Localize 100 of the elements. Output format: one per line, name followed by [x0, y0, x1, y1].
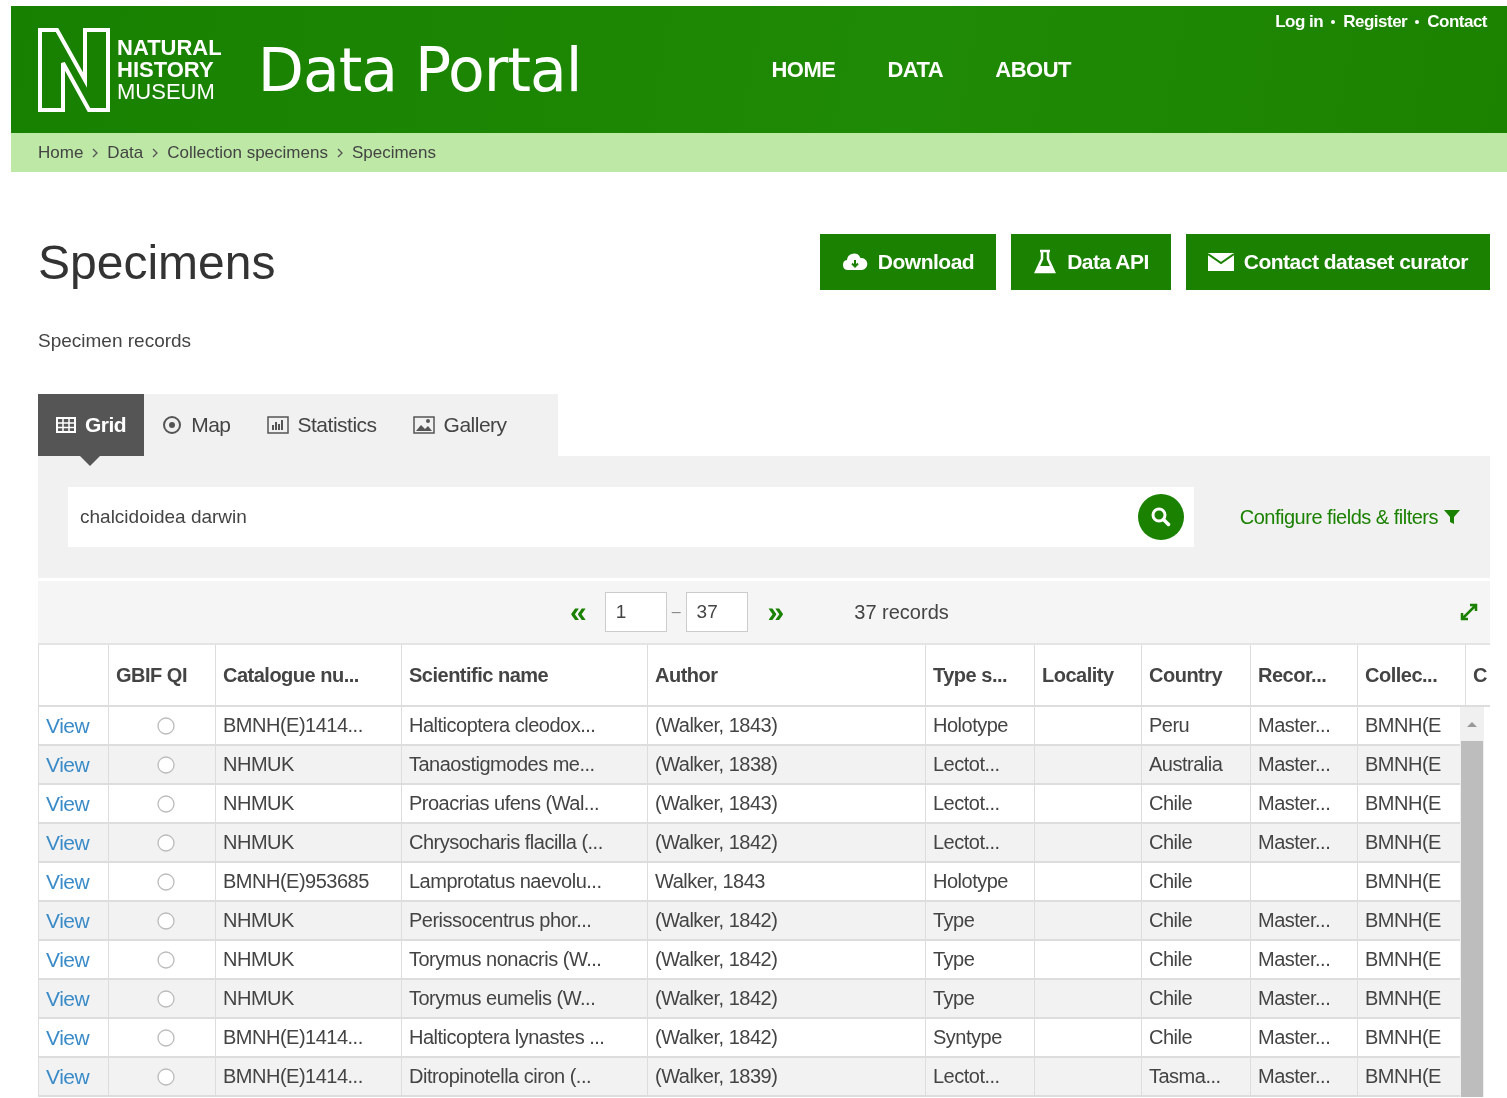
filter-icon: [1444, 509, 1460, 525]
table-cell: NHMUK: [215, 824, 401, 861]
breadcrumb-link[interactable]: Collection specimens: [167, 142, 328, 163]
circle-icon: [156, 989, 175, 1008]
table-cell: Master...: [1250, 785, 1357, 822]
table-cell: Chile: [1141, 1019, 1250, 1056]
view-link[interactable]: View: [46, 791, 90, 816]
table-cell: Syntype: [925, 1019, 1034, 1056]
first-page-link[interactable]: «: [570, 595, 587, 629]
column-header: Scientific name: [401, 645, 647, 705]
view-link[interactable]: View: [46, 947, 90, 972]
search-field[interactable]: chalcidoidea darwin: [68, 487, 1194, 547]
account-link[interactable]: Log in: [1275, 12, 1324, 32]
view-link[interactable]: View: [46, 1064, 90, 1089]
table-cell: Master...: [1250, 707, 1357, 744]
separator-dot: [1415, 20, 1420, 24]
logo-icon: [37, 26, 111, 113]
table-cell: Master...: [1250, 746, 1357, 783]
table-cell: NHMUK: [215, 941, 401, 978]
table-cell: NHMUK: [215, 902, 401, 939]
table-cell: Master...: [1250, 1019, 1357, 1056]
table-cell: Master...: [1250, 824, 1357, 861]
breadcrumb-link[interactable]: Specimens: [351, 142, 437, 163]
view-link[interactable]: View: [46, 713, 90, 738]
breadcrumb-link[interactable]: Data: [107, 142, 144, 163]
view-tab[interactable]: Statistics: [248, 394, 395, 456]
view-tab[interactable]: Map: [144, 394, 249, 456]
search-button[interactable]: [1137, 494, 1184, 540]
cloud-download-icon: [841, 252, 868, 272]
table-cell: Halticoptera cleodox...: [401, 707, 647, 744]
column-header: Collec...: [1357, 645, 1465, 705]
scroll-up-icon[interactable]: [1466, 719, 1478, 729]
column-header: Type s...: [925, 645, 1034, 705]
circle-icon: [156, 950, 175, 969]
compass-icon: [162, 415, 183, 435]
table-cell: Chile: [1141, 980, 1250, 1017]
flask-icon: [1033, 249, 1058, 275]
nav-link[interactable]: DATA: [887, 56, 944, 83]
column-header: Catalogue nu...: [215, 645, 401, 705]
api-button[interactable]: Data API: [1011, 234, 1171, 290]
table-cell: Perissocentrus phor...: [401, 902, 647, 939]
table-cell: Chile: [1141, 941, 1250, 978]
table-cell: Type: [925, 941, 1034, 978]
table-cell: Walker, 1843: [647, 863, 925, 900]
circle-icon: [156, 833, 175, 852]
separator-dot: [1331, 20, 1336, 24]
circle-icon: [156, 1028, 175, 1047]
table-cell: Holotype: [925, 863, 1034, 900]
logo-text: MUSEUM: [117, 80, 216, 103]
view-link[interactable]: View: [46, 752, 90, 777]
expand-icon[interactable]: [1458, 601, 1480, 623]
last-page-link[interactable]: »: [767, 595, 785, 629]
nav-link[interactable]: HOME: [771, 56, 836, 83]
table-icon: [56, 417, 76, 433]
table-cell: (Walker, 1842): [647, 1019, 925, 1056]
table-cell: Master...: [1250, 941, 1357, 978]
table-cell: Master...: [1250, 1058, 1357, 1095]
page-from-field[interactable]: 1: [604, 592, 667, 632]
view-link[interactable]: View: [46, 986, 90, 1011]
logo-text: HISTORY: [117, 58, 215, 81]
table-cell: (Walker, 1843): [647, 785, 925, 822]
table-cell: Lamprotatus naevolu...: [401, 863, 647, 900]
table-cell: NHMUK: [215, 785, 401, 822]
bar-chart-icon: [266, 416, 289, 434]
table-cell: (Walker, 1842): [647, 902, 925, 939]
table-cell: BMNH(E)1414...: [215, 707, 401, 744]
table-cell: Master...: [1250, 902, 1357, 939]
table-cell: BMNH(E)953685: [215, 863, 401, 900]
page-to-field[interactable]: 37: [685, 592, 748, 632]
site-title: Data Portal: [257, 34, 582, 105]
table-cell: Holotype: [925, 707, 1034, 744]
configure-link[interactable]: Configure fields & filters: [1239, 505, 1460, 529]
envelope-icon: [1207, 253, 1234, 271]
table-cell: Chile: [1141, 824, 1250, 861]
view-link[interactable]: View: [46, 869, 90, 894]
table-cell: NHMUK: [215, 980, 401, 1017]
search-input[interactable]: chalcidoidea darwin: [78, 505, 1138, 529]
view-tab[interactable]: Gallery: [394, 394, 525, 456]
column-header: GBIF QI: [108, 645, 215, 705]
table-cell: Proacrias ufens (Wal...: [401, 785, 647, 822]
page-title: Specimens: [38, 234, 276, 290]
table-cell: Ditropinotella ciron (...: [401, 1058, 647, 1095]
scrollbar[interactable]: [1460, 707, 1484, 1097]
contact-button[interactable]: Contact dataset curator: [1185, 234, 1490, 290]
column-header: Locality: [1034, 645, 1141, 705]
download-button[interactable]: Download: [819, 234, 997, 290]
table-cell: (Walker, 1842): [647, 980, 925, 1017]
nav-link[interactable]: ABOUT: [995, 56, 1071, 83]
account-link[interactable]: Register: [1343, 12, 1408, 32]
table-cell: Tasma...: [1141, 1058, 1250, 1095]
view-link[interactable]: View: [46, 830, 90, 855]
view-link[interactable]: View: [46, 1025, 90, 1050]
view-link[interactable]: View: [46, 908, 90, 933]
breadcrumb-link[interactable]: Home: [38, 142, 84, 163]
account-link[interactable]: Contact: [1427, 12, 1487, 32]
table-cell: Peru: [1141, 707, 1250, 744]
chevron-icon: [151, 147, 160, 158]
table-cell: NHMUK: [215, 746, 401, 783]
table-cell: Lectot...: [925, 824, 1034, 861]
range-separator: –: [671, 603, 681, 621]
